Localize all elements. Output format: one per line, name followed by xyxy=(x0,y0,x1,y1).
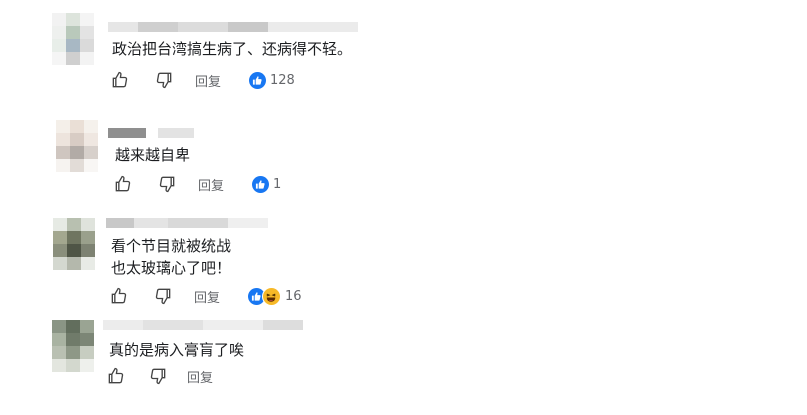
avatar[interactable] xyxy=(56,120,98,172)
avatar[interactable] xyxy=(53,218,95,270)
comment-2: 越来越自卑 回复 1 xyxy=(0,110,807,205)
reaction-count: 1 xyxy=(273,176,282,192)
thumb-down-outline-icon[interactable] xyxy=(147,365,169,387)
reply-button[interactable]: 回复 xyxy=(194,287,220,306)
thumb-down-outline-icon[interactable] xyxy=(156,173,178,195)
avatar[interactable] xyxy=(52,13,94,65)
thumb-down-outline-icon[interactable] xyxy=(153,69,175,91)
reaction-summary[interactable]: 1 xyxy=(252,175,282,193)
comment-actions: 回复 xyxy=(105,365,213,387)
reply-button[interactable]: 回复 xyxy=(187,367,213,386)
author-name-blurred[interactable] xyxy=(103,320,303,330)
comment-1: 政治把台湾搞生病了、还病得不轻。 回复 128 xyxy=(0,0,807,100)
comment-actions: 回复 16 xyxy=(108,285,302,307)
reply-button[interactable]: 回复 xyxy=(198,175,224,194)
author-name-blurred[interactable] xyxy=(108,22,358,32)
comment-actions: 回复 1 xyxy=(112,173,281,195)
comment-text: 政治把台湾搞生病了、还病得不轻。 xyxy=(112,40,353,58)
comment-3: 看个节目就被统战 也太玻璃心了吧！ 回复 16 xyxy=(0,210,807,310)
comment-4: 真的是病入膏肓了唉 回复 xyxy=(0,312,807,412)
comment-text-line-1: 看个节目就被统战 xyxy=(111,237,232,255)
comment-text: 越来越自卑 xyxy=(115,146,191,164)
like-reaction-icon xyxy=(249,71,267,89)
comment-text: 真的是病入膏肓了唉 xyxy=(109,341,245,359)
thumb-up-outline-icon[interactable] xyxy=(108,285,130,307)
thumb-up-outline-icon[interactable] xyxy=(105,365,127,387)
comment-actions: 回复 128 xyxy=(109,69,295,91)
reaction-summary[interactable]: 128 xyxy=(249,71,295,89)
thumb-down-outline-icon[interactable] xyxy=(152,285,174,307)
reaction-count: 128 xyxy=(270,72,295,88)
reaction-summary[interactable]: 16 xyxy=(248,286,302,306)
reaction-count: 16 xyxy=(285,288,302,304)
comment-text-line-2: 也太玻璃心了吧！ xyxy=(111,259,232,277)
reply-button[interactable]: 回复 xyxy=(195,71,221,90)
author-name-blurred[interactable] xyxy=(106,218,268,228)
haha-reaction-icon xyxy=(262,286,282,306)
avatar[interactable] xyxy=(52,320,94,372)
author-name-blurred[interactable] xyxy=(108,128,194,138)
like-reaction-icon xyxy=(252,175,270,193)
thumb-up-outline-icon[interactable] xyxy=(112,173,134,195)
thumb-up-outline-icon[interactable] xyxy=(109,69,131,91)
